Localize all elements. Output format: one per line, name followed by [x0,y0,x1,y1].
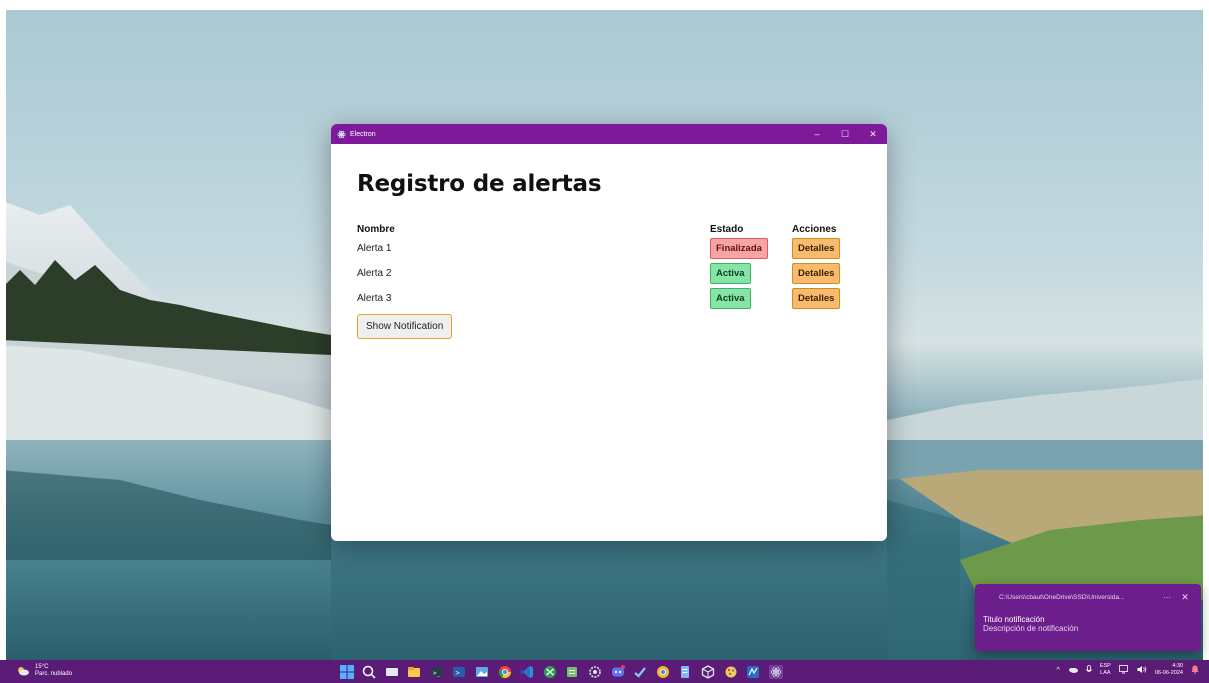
partly-cloudy-icon [18,667,29,676]
toast-description: Descripción de notificación [983,624,1079,633]
toast-source-path: C:\Users\cbaut\OneDrive\SSD\Universida..… [999,594,1125,601]
window-title: Electron [350,130,376,138]
window-titlebar[interactable]: Electron – ☐ ✕ [331,124,887,144]
search-icon[interactable] [361,663,378,680]
clock[interactable]: 4:30 06-06-2024 [1155,663,1183,677]
table-header-row: Nombre Estado Acciones [357,222,852,236]
weather-desc: Parc. nublado [35,671,73,677]
toast-header: C:\Users\cbaut\OneDrive\SSD\Universida..… [983,592,1193,603]
language-indicator[interactable]: ESP LAA [1100,663,1111,677]
details-button[interactable]: Detalles [792,288,841,309]
onedrive-icon[interactable] [1068,666,1078,675]
file-explorer-icon[interactable] [406,663,423,680]
task-view-icon[interactable] [383,663,400,680]
table-row: Alerta 2 Activa Detalles [357,261,852,286]
more-options-icon[interactable]: ··· [1157,593,1177,602]
taskbar: 15°C Parc. nublado >_ > ^ ESP LAA 4:30 0… [0,660,1209,683]
paint-icon[interactable] [722,663,739,680]
lang-bottom: LAA [1100,670,1111,676]
header-actions: Acciones [792,223,837,235]
screen-border-left [0,0,6,660]
weather-temp: 15°C [35,664,49,670]
xbox-icon[interactable] [541,663,558,680]
electron-window: Electron – ☐ ✕ Registro de alertas Nombr… [331,124,887,541]
status-badge-activa: Activa [710,263,751,284]
header-name: Nombre [357,223,395,235]
taskbar-apps: >_ > [338,663,790,680]
details-button[interactable]: Detalles [792,238,841,259]
electron-icon [337,130,346,139]
alert-name: Alerta 2 [357,268,392,279]
discord-icon[interactable] [609,663,626,680]
settings-icon[interactable] [587,663,604,680]
page-title: Registro de alertas [357,171,602,197]
alert-name: Alerta 3 [357,293,392,304]
svg-text:>_: >_ [433,670,441,677]
close-button[interactable]: ✕ [859,124,887,144]
app-icon[interactable] [745,663,762,680]
vscode-icon[interactable] [519,663,536,680]
notification-bell-icon[interactable] [1191,665,1199,676]
svg-text:>: > [456,669,460,677]
screen-border-top [0,0,1209,10]
notes-icon[interactable] [677,663,694,680]
notification-toast[interactable]: C:\Users\cbaut\OneDrive\SSD\Universida..… [975,584,1201,651]
toast-title: Titulo notificación [983,615,1045,624]
status-badge-finalizada: Finalizada [710,238,768,259]
clock-date: 06-06-2024 [1154,670,1183,676]
weather-widget[interactable]: 15°C Parc. nublado [16,664,72,678]
electron-icon[interactable] [767,663,784,680]
start-icon[interactable] [338,663,355,680]
chrome-icon[interactable] [496,663,513,680]
display-icon[interactable] [1118,664,1129,676]
close-icon[interactable]: ✕ [1177,592,1193,603]
check-icon[interactable] [632,663,649,680]
notepad-icon[interactable] [564,663,581,680]
volume-icon[interactable] [1137,665,1147,676]
screen-border-right [1203,0,1209,660]
details-button[interactable]: Detalles [792,263,841,284]
chrome-canary-icon[interactable] [654,663,671,680]
clock-time: 4:30 [1172,663,1183,669]
microphone-icon[interactable] [1086,664,1092,676]
alert-name: Alerta 1 [357,243,392,254]
show-notification-button[interactable]: Show Notification [357,314,453,339]
photos-icon[interactable] [474,663,491,680]
powershell-icon[interactable]: > [451,663,468,680]
lang-top: ESP [1099,663,1111,669]
package-icon[interactable] [700,663,717,680]
alerts-table: Nombre Estado Acciones Alerta 1 Finaliza… [357,222,852,311]
maximize-button[interactable]: ☐ [831,124,859,144]
table-row: Alerta 3 Activa Detalles [357,286,852,311]
table-row: Alerta 1 Finalizada Detalles [357,236,852,261]
system-tray: ^ ESP LAA 4:30 06-06-2024 [1049,663,1199,677]
window-content: Registro de alertas Nombre Estado Accion… [331,144,887,366]
terminal-icon[interactable]: >_ [428,663,445,680]
chevron-up-icon[interactable]: ^ [1057,667,1060,674]
status-badge-activa: Activa [710,288,751,309]
header-state: Estado [710,223,744,235]
minimize-button[interactable]: – [803,124,831,144]
